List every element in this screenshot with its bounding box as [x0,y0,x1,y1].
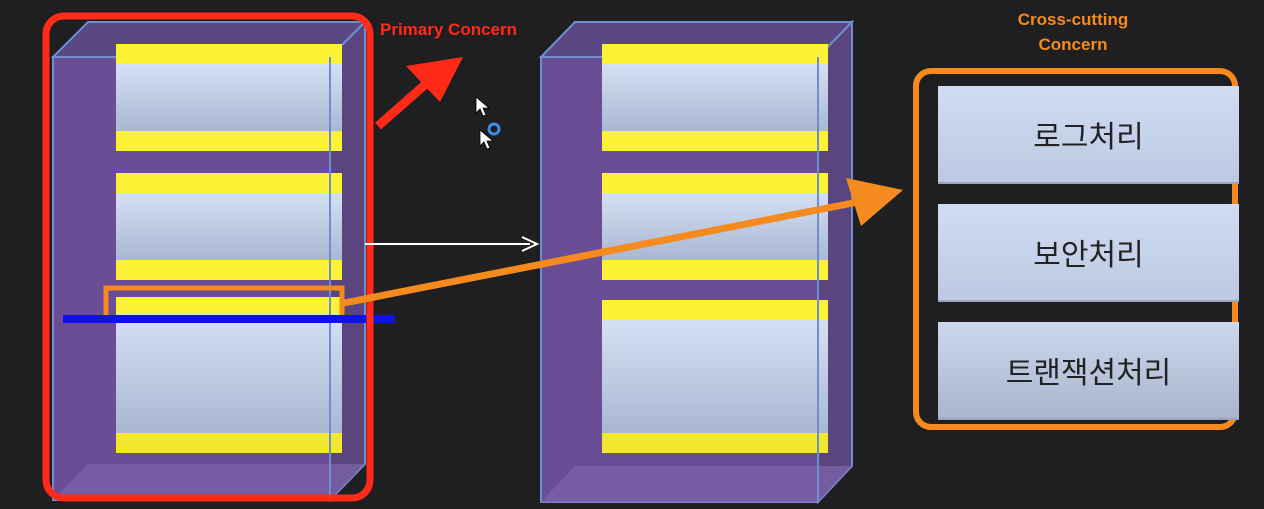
band [116,131,342,151]
module-right-bottom-face [541,466,852,502]
band [116,297,342,313]
band [116,44,342,64]
band [602,173,828,193]
method-panel [602,320,828,433]
band [116,173,342,193]
band [602,131,828,151]
band [602,260,828,280]
cross-label-line2: Concern [1038,35,1108,54]
band [116,260,342,280]
band [116,433,342,453]
primary-concern-label: Primary Concern [380,20,517,39]
aop-diagram: Primary Concern Cross-cutting Concern 로그… [0,0,1264,509]
module-right [538,19,855,505]
band [602,44,828,64]
band [602,433,828,453]
primary-concern-arrow [375,57,463,130]
cross-cutting-concern-box: 로그처리 보안처리 트랜잭션처리 [913,68,1239,430]
concern-security: 보안처리 [938,204,1239,302]
method-panel [602,193,828,260]
join-point-line [63,315,395,323]
cursor-icon [475,96,501,150]
concern-transaction: 트랜잭션처리 [938,322,1239,420]
method-panel [116,313,342,433]
concern-logging: 로그처리 [938,86,1239,184]
refactor-arrow [365,236,540,252]
method-panel [116,193,342,260]
method-panel [602,64,828,131]
method-panel [116,64,342,131]
cross-label-line1: Cross-cutting [1017,10,1129,29]
module-left [50,19,368,503]
cross-cutting-concern-label: Cross-cutting Concern [973,7,1173,57]
band [602,300,828,320]
